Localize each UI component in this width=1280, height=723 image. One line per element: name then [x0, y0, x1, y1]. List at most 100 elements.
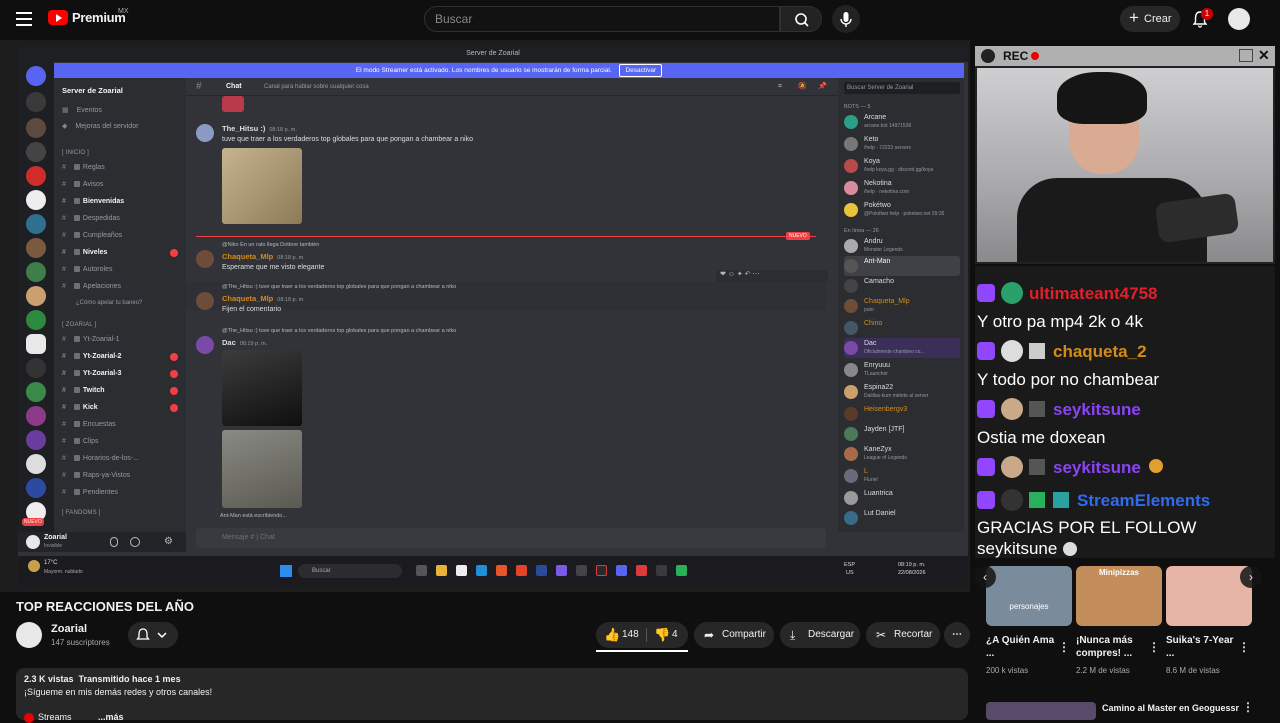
channel-yt-zoarial-1[interactable]: # Yt-Zoarial-1 — [62, 336, 119, 343]
channel-avatar[interactable] — [16, 622, 42, 648]
next-video-title[interactable]: Camino al Master en Geoguessr — [1102, 703, 1239, 713]
taskbar-search[interactable]: Buscar — [298, 564, 402, 578]
download-button[interactable]: ⤓ Descargar — [780, 622, 860, 648]
channel-reglas[interactable]: # Reglas — [62, 164, 105, 171]
server-icon[interactable] — [26, 406, 46, 426]
like-button[interactable]: 👍 148 — [596, 622, 646, 648]
server-name[interactable]: Server de Zoarial — [62, 86, 123, 95]
share-button[interactable]: ➦ Compartir — [694, 622, 774, 648]
channel-niveles[interactable]: # Niveles — [62, 249, 107, 256]
attachment-image[interactable] — [222, 430, 302, 508]
attachment-image[interactable] — [222, 148, 302, 224]
server-icon[interactable] — [26, 166, 46, 186]
member-item[interactable]: Koya/help koya.gg · discord.gg/koya — [844, 156, 960, 176]
recommendation-thumbnail[interactable]: personajes — [986, 566, 1072, 626]
member-item[interactable]: Keto/help · 72223 servers — [844, 134, 960, 154]
photoshop-icon[interactable] — [536, 565, 547, 576]
app-icon[interactable] — [656, 565, 667, 576]
member-item[interactable]: Jayden [JTF] — [844, 424, 960, 444]
app-icon[interactable] — [556, 565, 567, 576]
subscription-bell-button[interactable] — [128, 622, 178, 648]
channel-encuestas[interactable]: # Encuestas — [62, 421, 116, 428]
pin-icon[interactable]: 📌 — [818, 78, 827, 96]
member-item[interactable]: Espina22 Dalillas-kum métete al server — [844, 382, 960, 402]
reply-preview[interactable]: @The_Hitsu :) tuve que traer a los verda… — [222, 328, 456, 334]
headphones-icon[interactable] — [130, 537, 140, 547]
member-item-hovered[interactable]: Ant-Man — [844, 256, 960, 276]
task-view-icon[interactable] — [416, 565, 427, 576]
weather-icon[interactable] — [28, 560, 40, 572]
member-item[interactable]: Dac Oficialmente chambeo co... — [844, 338, 960, 358]
server-icon[interactable] — [26, 310, 46, 330]
language[interactable]: ESP — [844, 562, 855, 568]
more-actions-button[interactable]: ⋯ — [944, 622, 970, 648]
events-item[interactable]: ▦ Eventos — [62, 106, 102, 114]
channel-clips[interactable]: # Clips — [62, 438, 98, 445]
server-search-input[interactable]: Buscar Server de Zoarial — [844, 82, 960, 94]
close-icon[interactable]: ✕ — [1258, 47, 1270, 64]
member-item[interactable]: Nekotina/help · nekotina.com — [844, 178, 960, 198]
member-item[interactable]: KaneZyx League of Legends — [844, 444, 960, 464]
threads-icon[interactable]: ⌗ — [778, 78, 782, 96]
member-item[interactable]: Camacho — [844, 276, 960, 296]
channel-autoroles[interactable]: # Autoroles — [62, 266, 112, 273]
channel-raps-ya-vistos[interactable]: # Raps-ya-Vistos — [62, 472, 130, 479]
channel-apelaciones[interactable]: # Apelaciones — [62, 283, 121, 290]
message-author[interactable]: The_Hitsu :) 08:18 p. m. — [222, 124, 297, 133]
search-input[interactable]: Buscar — [424, 6, 780, 32]
reply-preview[interactable]: @The_Hitsu :) tuve que traer a los verda… — [222, 284, 456, 290]
firefox-icon[interactable] — [496, 565, 507, 576]
member-item[interactable]: Arcane arcane.bot 14971536 — [844, 112, 960, 132]
server-icon[interactable] — [26, 286, 46, 306]
channel-cumpleanos[interactable]: # Cumpleaños — [62, 232, 122, 239]
category-fandoms[interactable]: [ FANDOMS ] — [62, 510, 101, 516]
file-explorer-icon[interactable] — [436, 565, 447, 576]
channel-kick[interactable]: # Kick — [62, 404, 98, 411]
recommendation-thumbnail[interactable]: Minipizzas — [1076, 566, 1162, 626]
account-avatar[interactable] — [1228, 8, 1250, 30]
member-item[interactable]: L Fluriel — [844, 466, 960, 486]
channel-yt-zoarial-3[interactable]: # Yt-Zoarial-3 — [62, 370, 121, 377]
attachment-image[interactable] — [222, 350, 302, 426]
menu-icon[interactable] — [16, 12, 32, 26]
server-icon[interactable] — [26, 262, 46, 282]
app-icon[interactable] — [676, 565, 687, 576]
recommendation-menu-icon[interactable]: ⋮ — [1148, 640, 1160, 654]
dislike-button[interactable]: 👎 4 — [648, 622, 688, 648]
windows-start-icon[interactable] — [280, 565, 292, 577]
channel-name[interactable]: Zoarial — [51, 623, 87, 635]
server-icon-active[interactable] — [26, 334, 46, 354]
channel-avisos[interactable]: # Avisos — [62, 181, 103, 188]
category-zoarial[interactable]: [ ZOARIAL ] — [62, 322, 96, 328]
category-inicio[interactable]: [ INICIO ] — [62, 150, 89, 156]
create-button[interactable]: Crear — [1120, 5, 1180, 32]
avatar[interactable] — [196, 250, 214, 268]
video-player[interactable]: Server de Zoarial El modo Streamer está … — [0, 40, 970, 592]
scroll-left-button[interactable]: ‹ — [974, 566, 996, 588]
recommendation-menu-icon[interactable]: ⋮ — [1058, 640, 1070, 654]
clip-button[interactable]: ✂ Recortar — [866, 622, 940, 648]
avatar[interactable] — [26, 535, 40, 549]
scroll-right-button[interactable]: › — [1240, 566, 1262, 588]
more-link[interactable]: ...más — [98, 712, 124, 722]
member-item[interactable]: Luantrica — [844, 488, 960, 508]
search-button[interactable] — [780, 6, 822, 32]
boosts-item[interactable]: ◆ Mejoras del servidor — [62, 122, 138, 130]
channel-bienvenidas[interactable]: # Bienvenidas — [62, 198, 124, 205]
brave-icon[interactable] — [516, 565, 527, 576]
server-icon[interactable] — [26, 92, 46, 112]
message-composer[interactable]: Mensaje # | Chat — [196, 528, 826, 548]
app-icon[interactable] — [576, 565, 587, 576]
discord-home-icon[interactable] — [26, 66, 46, 86]
server-icon[interactable] — [26, 382, 46, 402]
mute-icon[interactable]: 🔕 — [798, 78, 807, 96]
message-author[interactable]: Chaqueta_Mlp 08:18 p. m. — [222, 294, 305, 303]
server-icon[interactable] — [26, 142, 46, 162]
clock-time[interactable]: 08:19 p. m. — [898, 562, 926, 568]
server-icon[interactable] — [26, 478, 46, 498]
settings-gear-icon[interactable]: ⚙ — [164, 536, 173, 547]
keyboard-region[interactable]: US — [846, 570, 854, 576]
recommendation-title[interactable]: ¡Nunca más compres! ... — [1076, 634, 1152, 662]
channel-yt-zoarial-2[interactable]: # Yt-Zoarial-2 — [62, 353, 121, 360]
avatar[interactable] — [196, 124, 214, 142]
